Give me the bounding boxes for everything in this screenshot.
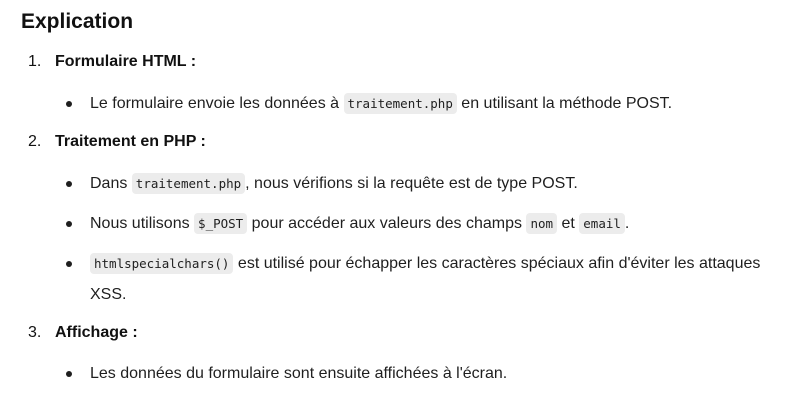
section-heading: Explication: [21, 10, 134, 33]
bullet-dot-icon: [66, 221, 72, 227]
bullet-dot-icon: [66, 181, 72, 187]
bullet-item: Les données du formulaire sont ensuite a…: [66, 358, 766, 389]
explanation-document: Explication 1. Formulaire HTML : Le formu…: [0, 0, 803, 402]
bullet-text: htmlspecialchars() est utilisé pour écha…: [90, 248, 766, 310]
bullet-text: Dans traitement.php, nous vérifions si l…: [90, 168, 766, 199]
text-run: Nous utilisons: [90, 215, 195, 232]
text-run: Dans: [90, 175, 132, 192]
inline-code: nom: [526, 213, 558, 234]
bullet-text: Le formulaire envoie les données à trait…: [90, 88, 766, 119]
list-number: 2.: [28, 133, 42, 150]
text-run: en utilisant la méthode POST.: [456, 95, 673, 112]
list-item-label: Formulaire HTML :: [55, 53, 197, 70]
text-run: Le formulaire envoie les données à: [90, 95, 344, 112]
text-run: Les données du formulaire sont ensuite a…: [90, 365, 508, 382]
inline-code: traitement.php: [343, 93, 457, 114]
bullet-dot-icon: [66, 101, 72, 107]
text-run: .: [624, 215, 630, 232]
inline-code: $_POST: [194, 213, 248, 234]
list-number: 3.: [28, 324, 42, 341]
text-run: et: [557, 215, 580, 232]
bullet-text: Nous utilisons $_POST pour accéder aux v…: [90, 208, 766, 239]
inline-code: traitement.php: [131, 173, 246, 194]
list-item-traitement-php: 2. Traitement en PHP :: [28, 131, 206, 153]
bullet-item: Nous utilisons $_POST pour accéder aux v…: [66, 208, 766, 239]
inline-code: email: [579, 213, 625, 234]
text-run: pour accéder aux valeurs des champs: [247, 215, 527, 232]
text-run: , nous vérifions si la requête est de ty…: [245, 175, 578, 192]
list-item-label: Affichage :: [55, 324, 138, 341]
bullet-item: Le formulaire envoie les données à trait…: [66, 88, 766, 119]
bullet-dot-icon: [66, 371, 72, 377]
bullet-dot-icon: [66, 261, 72, 267]
bullet-text: Les données du formulaire sont ensuite a…: [90, 358, 766, 389]
list-number: 1.: [28, 53, 42, 70]
bullet-item: htmlspecialchars() est utilisé pour écha…: [66, 248, 766, 310]
list-item-affichage: 3. Affichage :: [28, 322, 138, 344]
list-item-label: Traitement en PHP :: [55, 133, 206, 150]
list-item-formulaire-html: 1. Formulaire HTML :: [28, 51, 196, 73]
bullet-item: Dans traitement.php, nous vérifions si l…: [66, 168, 766, 199]
inline-code: htmlspecialchars(): [90, 253, 234, 274]
